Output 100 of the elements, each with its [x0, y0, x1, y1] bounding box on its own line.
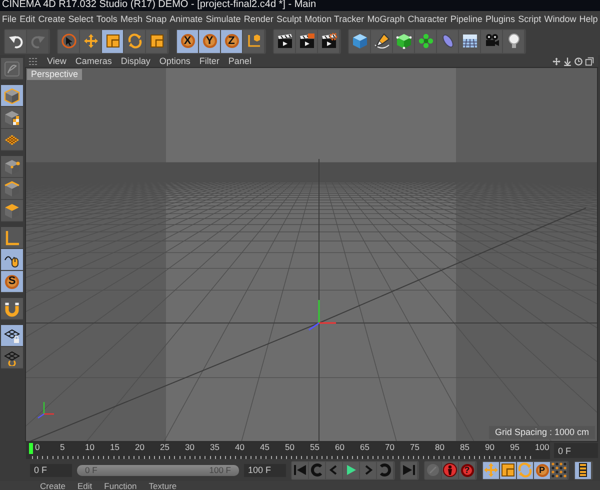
axis-lock-button[interactable]: Y	[199, 30, 221, 52]
render-picture-button[interactable]	[296, 30, 318, 52]
move-button[interactable]	[80, 30, 102, 52]
model-button[interactable]	[1, 85, 23, 107]
start-frame-field[interactable]: 0 F	[30, 464, 72, 476]
prev-key-button[interactable]	[309, 462, 326, 478]
points-button[interactable]	[1, 156, 23, 178]
frame-number: 55	[309, 442, 320, 453]
scale-button[interactable]	[102, 30, 124, 52]
menu-item[interactable]: Edit	[20, 14, 36, 24]
edges-button[interactable]	[1, 178, 23, 200]
frame-number: 10	[84, 442, 96, 453]
move-button[interactable]	[483, 462, 500, 478]
points-button[interactable]	[551, 462, 568, 478]
grid-menu-icon[interactable]	[29, 58, 38, 64]
menu-item[interactable]: Help	[579, 14, 598, 24]
window-title: CINEMA 4D R17.032 Studio (R17) DEMO - [project-final2.c4d *] - Main	[1, 0, 318, 10]
go-start-button[interactable]	[292, 462, 309, 478]
menu-item[interactable]: Pipeline	[450, 14, 482, 24]
workplane-button[interactable]	[1, 325, 23, 347]
rotate-circle-icon[interactable]	[574, 56, 583, 66]
polygons-button[interactable]	[1, 200, 23, 222]
deformer-button[interactable]	[437, 30, 459, 52]
menu-item[interactable]: Script	[518, 14, 542, 24]
key-forward-icon	[377, 462, 393, 478]
solo-button[interactable]: S	[1, 271, 23, 293]
viewport-menu-item[interactable]: Display	[120, 56, 150, 66]
material-menu-item[interactable]: Edit	[78, 481, 92, 490]
menu-item[interactable]: Plugins	[486, 14, 516, 24]
render-view-button[interactable]	[274, 30, 296, 52]
menu-item[interactable]: Simulate	[206, 14, 241, 24]
floor-button[interactable]	[459, 30, 481, 52]
render-settings-button[interactable]	[318, 30, 340, 52]
viewport-menu-item[interactable]: Filter	[199, 56, 220, 66]
material-menu-item[interactable]: Function	[104, 481, 137, 490]
tweak-button[interactable]	[1, 249, 23, 271]
timeline-button[interactable]	[575, 462, 592, 478]
workplane-lock-button[interactable]	[1, 347, 23, 369]
pen-button[interactable]	[371, 30, 393, 52]
texture-button[interactable]	[1, 107, 23, 129]
current-frame-field[interactable]: 0 F	[554, 443, 598, 458]
play-button[interactable]	[343, 462, 360, 478]
rotate-button[interactable]	[124, 30, 146, 52]
menu-item[interactable]: Motion Tracker	[304, 14, 364, 24]
frame-number: 20	[134, 442, 146, 453]
rotate-button[interactable]	[517, 462, 534, 478]
layout-button[interactable]	[1, 58, 23, 80]
viewport-canvas[interactable]: Perspective Grid Spacing : 1000 cm	[25, 67, 598, 442]
cloner-button[interactable]	[415, 30, 437, 52]
viewport-menu-item[interactable]: Cameras	[75, 56, 112, 66]
menu-item[interactable]: Tools	[96, 14, 118, 24]
subdivision-button[interactable]	[393, 30, 415, 52]
menu-item[interactable]: File	[2, 14, 17, 24]
frame-number: 5	[59, 442, 66, 453]
coordinate-system-button[interactable]	[243, 30, 265, 52]
prev-frame-button[interactable]	[326, 462, 343, 478]
scale-square-icon	[104, 33, 120, 49]
snap-button[interactable]	[1, 298, 23, 320]
axis-lock-button[interactable]: Z	[221, 30, 243, 52]
param-button[interactable]: P	[534, 462, 551, 478]
recent-tool-button[interactable]	[146, 30, 168, 52]
menu-item[interactable]: Render	[244, 14, 274, 24]
key-back-icon	[309, 462, 325, 478]
axis-lock-button[interactable]: X	[177, 30, 199, 52]
viewport-menu-item[interactable]: Panel	[228, 56, 252, 66]
down-arrow-icon[interactable]	[563, 56, 572, 66]
go-end-button[interactable]	[401, 462, 418, 478]
timeline-ruler[interactable]: 0 5 10 15 20 25 30 35 40 45 50 55 60 65 70 75 80 85 90 95 100	[26, 442, 550, 459]
live-selection-button[interactable]	[58, 30, 80, 52]
menu-item[interactable]: Animate	[170, 14, 203, 24]
window-icon[interactable]	[585, 56, 594, 66]
scale-button[interactable]	[500, 462, 517, 478]
menu-item[interactable]: Sculpt	[276, 14, 302, 24]
viewport-menu-item[interactable]: View	[47, 56, 66, 66]
menu-item[interactable]: Mesh	[120, 14, 142, 24]
material-menu-item[interactable]: Texture	[148, 481, 177, 490]
move-arrows-icon[interactable]	[552, 56, 561, 66]
material-menu-item[interactable]: Create	[40, 481, 66, 490]
record-button[interactable]	[442, 462, 459, 478]
menu-item[interactable]: Snap	[146, 14, 167, 24]
menu-item[interactable]: Create	[38, 14, 66, 24]
skip-start-icon	[292, 462, 308, 478]
cube-icon	[352, 33, 368, 49]
menu-item[interactable]: Select	[68, 14, 94, 24]
viewport-menu-item[interactable]: Options	[159, 56, 190, 66]
texture-axis-button[interactable]	[1, 129, 23, 151]
axis-button[interactable]	[1, 227, 23, 249]
menu-item[interactable]: MoGraph	[367, 14, 405, 24]
light-button[interactable]	[503, 30, 525, 52]
cursor-circle-icon	[60, 33, 76, 49]
frame-number: 65	[359, 442, 370, 453]
next-key-button[interactable]	[377, 462, 394, 478]
next-frame-button[interactable]	[360, 462, 377, 478]
undo-button[interactable]	[5, 30, 27, 52]
menu-item[interactable]: Character	[408, 14, 448, 24]
scale-square-icon	[500, 462, 516, 478]
cube-button[interactable]	[349, 30, 371, 52]
end-frame-field[interactable]: 100 F	[244, 464, 286, 476]
menu-item[interactable]: Window	[544, 14, 576, 24]
autokey-button[interactable]: ?	[459, 462, 476, 478]
